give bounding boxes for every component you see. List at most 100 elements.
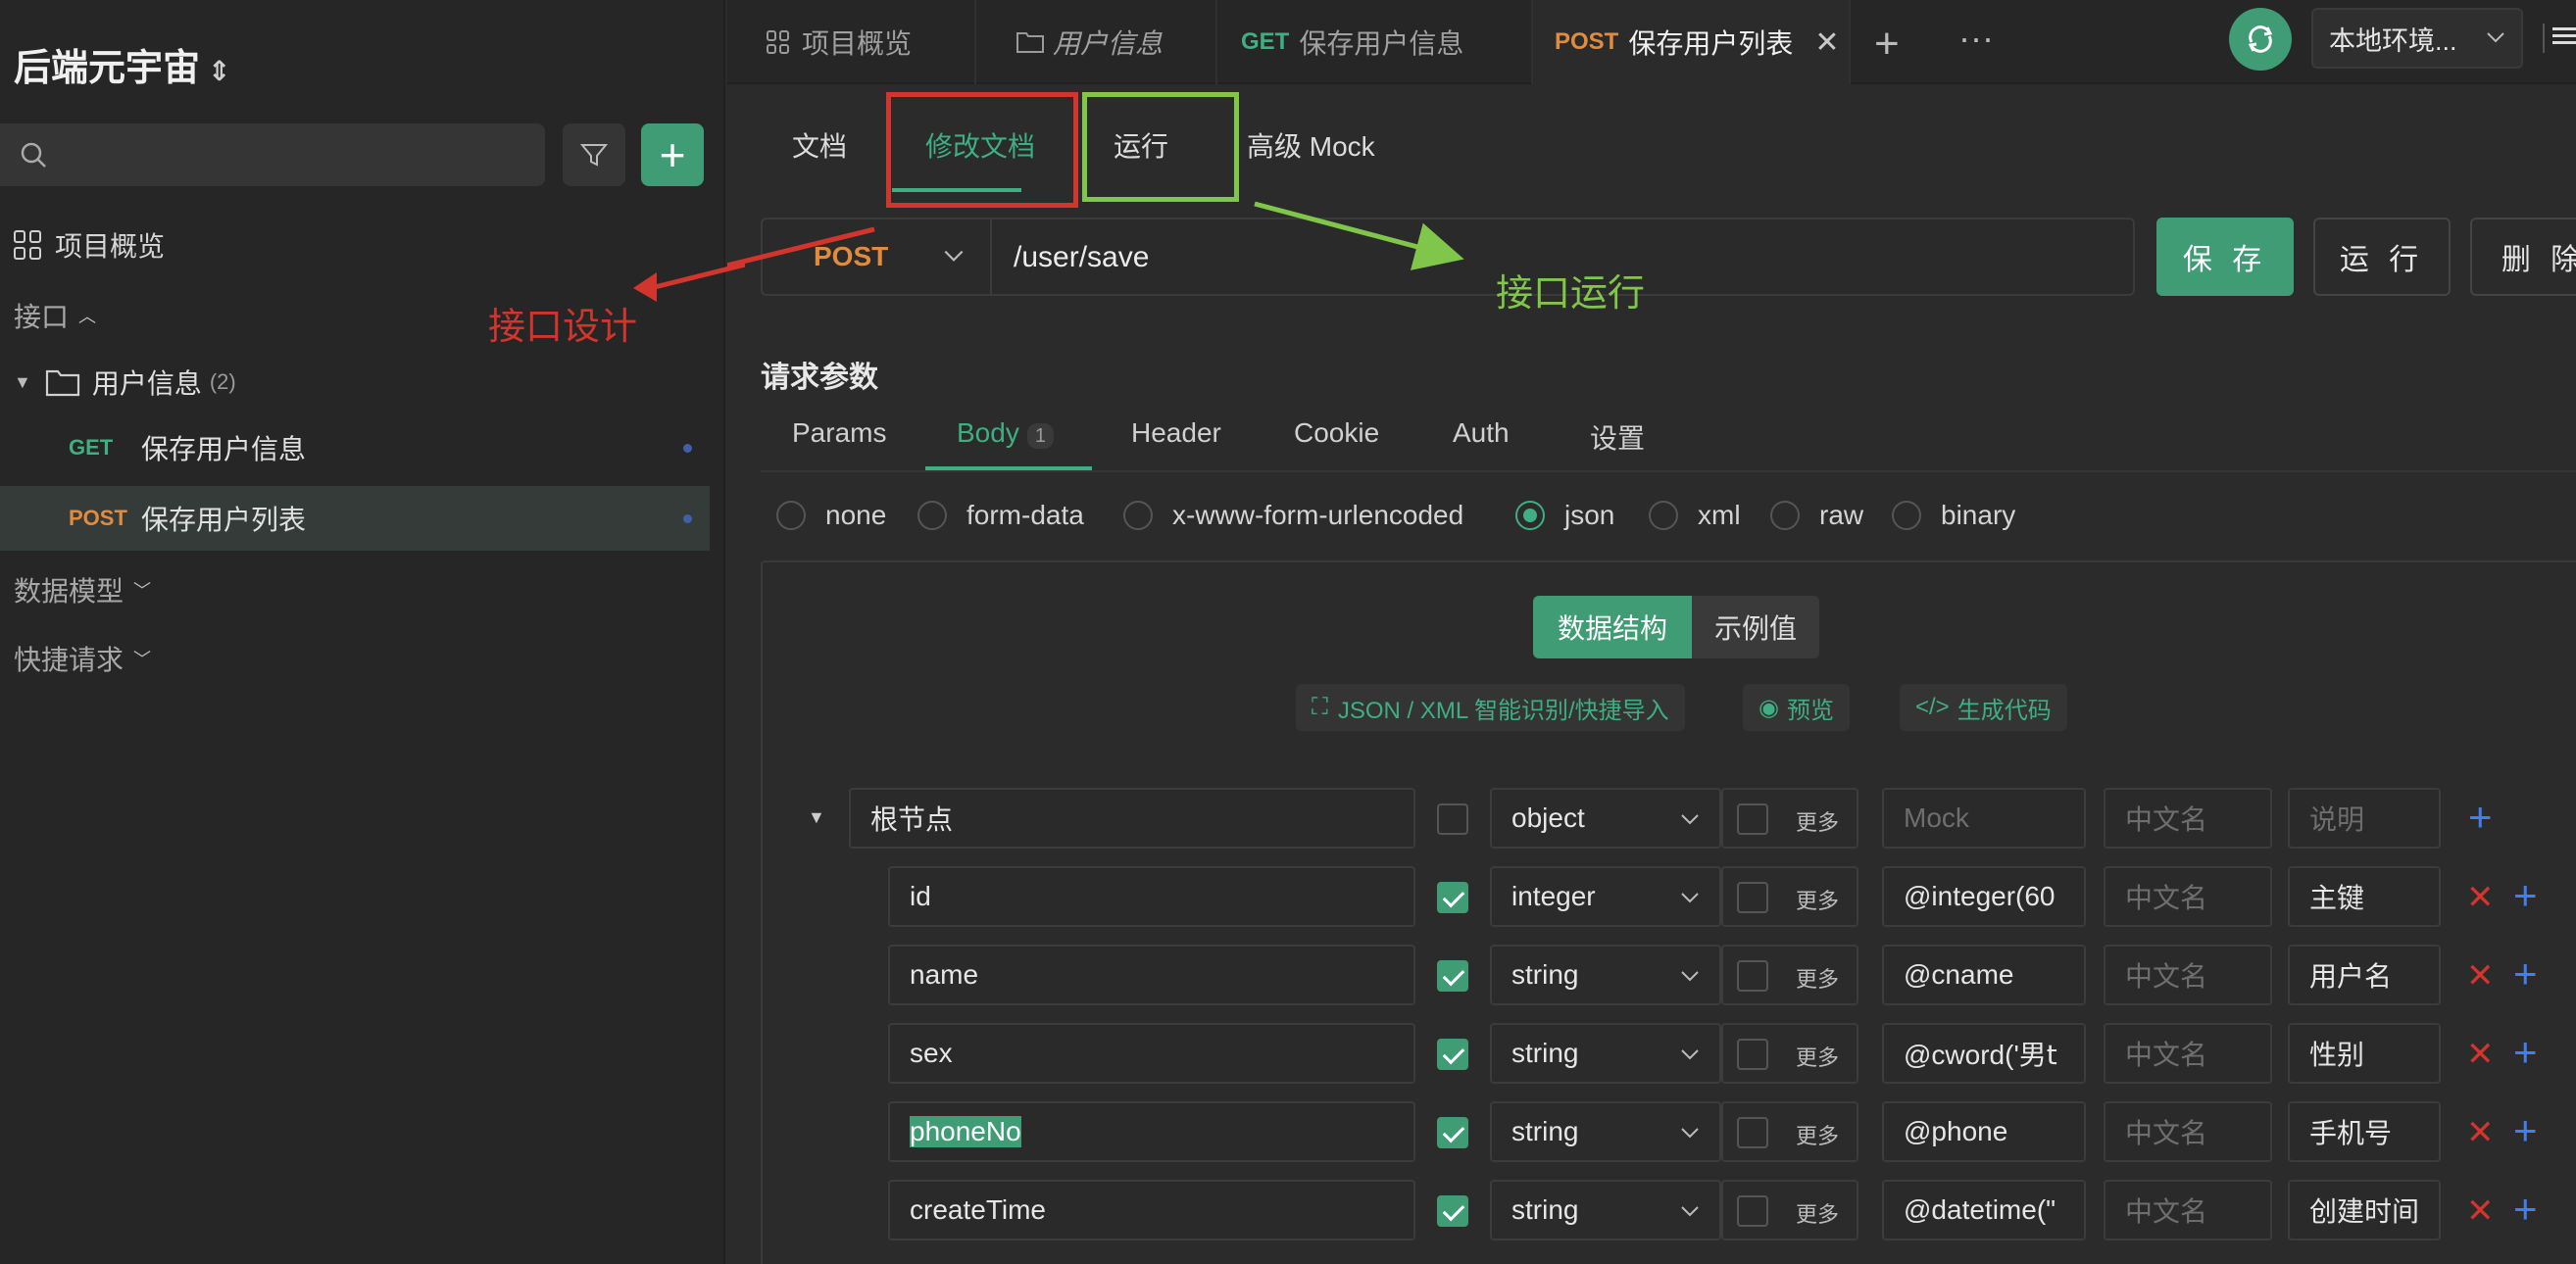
sidebar-folder-userinfo[interactable]: ▼ 用户信息 (2) [14, 363, 236, 402]
type-select[interactable]: string [1490, 1101, 1721, 1162]
tab-post-save-user-list[interactable]: POST 保存用户列表 ✕ [1533, 0, 1851, 84]
more-options[interactable]: 更多 [1721, 1180, 1858, 1240]
tab-auth[interactable]: Auth [1453, 417, 1510, 449]
description-input[interactable]: 用户名 [2288, 945, 2441, 1005]
tab-params[interactable]: Params [792, 417, 886, 449]
sidebar-group-apis[interactable]: 接口 ︿ [14, 296, 96, 335]
environment-select[interactable]: 本地环境... [2311, 8, 2523, 69]
sidebar-api-get-save-user[interactable]: GET 保存用户信息 [0, 415, 710, 480]
field-name-input[interactable]: createTime [888, 1180, 1415, 1240]
sidebar-api-post-save-user-list[interactable]: POST 保存用户列表 [0, 486, 710, 551]
add-sibling-icon[interactable]: + [2513, 872, 2538, 919]
required-checkbox[interactable] [1437, 1039, 1468, 1070]
description-input[interactable]: 说明 [2288, 788, 2441, 849]
sync-button[interactable] [2229, 8, 2292, 71]
delete-icon[interactable]: ✕ [2466, 956, 2495, 996]
nullable-checkbox[interactable] [1737, 960, 1768, 992]
type-select[interactable]: string [1490, 1180, 1721, 1240]
radio-none[interactable]: none [776, 500, 886, 531]
menu-icon[interactable] [2543, 24, 2576, 53]
more-options[interactable]: 更多 [1721, 788, 1858, 849]
mock-input[interactable]: Mock [1882, 788, 2086, 849]
type-select[interactable]: string [1490, 1023, 1721, 1084]
new-tab-button[interactable]: + [1874, 20, 1900, 69]
delete-icon[interactable]: ✕ [2466, 1191, 2495, 1231]
tab-body[interactable]: Body 1 [957, 417, 1054, 449]
nullable-checkbox[interactable] [1737, 1195, 1768, 1227]
chinese-name-input[interactable]: 中文名 [2104, 1180, 2272, 1240]
chinese-name-input[interactable]: 中文名 [2104, 788, 2272, 849]
nullable-checkbox[interactable] [1737, 882, 1768, 913]
delete-icon[interactable]: ✕ [2466, 1113, 2495, 1152]
segment-data-structure[interactable]: 数据结构 [1533, 596, 1692, 658]
add-sibling-icon[interactable]: + [2513, 1029, 2538, 1076]
project-switcher[interactable]: 后端元宇宙 ⇕ [14, 37, 230, 91]
tab-user-info-folder[interactable]: 用户信息 [976, 0, 1217, 84]
nullable-checkbox[interactable] [1737, 1039, 1768, 1070]
more-options[interactable]: 更多 [1721, 866, 1858, 927]
filter-button[interactable] [563, 123, 625, 186]
add-sibling-icon[interactable]: + [2513, 950, 2538, 997]
description-input[interactable]: 主键 [2288, 866, 2441, 927]
radio-binary[interactable]: binary [1892, 500, 2015, 531]
type-select[interactable]: string [1490, 945, 1721, 1005]
mock-input[interactable]: @integer(60 [1882, 866, 2086, 927]
sidebar-group-quick-requests[interactable]: 快捷请求 ﹀ [14, 639, 151, 678]
add-child-icon[interactable]: + [2468, 794, 2493, 841]
required-checkbox[interactable] [1437, 960, 1468, 992]
more-options[interactable]: 更多 [1721, 1023, 1858, 1084]
radio-json[interactable]: json [1515, 500, 1614, 531]
json-xml-import-button[interactable]: ⛶ JSON / XML 智能识别/快捷导入 [1296, 684, 1685, 731]
search-input[interactable] [0, 123, 545, 186]
generate-code-button[interactable]: </> 生成代码 [1900, 684, 2067, 731]
chinese-name-input[interactable]: 中文名 [2104, 866, 2272, 927]
tab-get-save-user[interactable]: GET 保存用户信息 [1217, 0, 1533, 84]
required-checkbox[interactable] [1437, 1195, 1468, 1227]
tab-project-overview[interactable]: 项目概览 [727, 0, 976, 84]
tab-settings[interactable]: 设置 [1590, 417, 1645, 457]
segment-example-value[interactable]: 示例值 [1692, 596, 1819, 658]
required-checkbox[interactable] [1437, 803, 1468, 835]
radio-xml[interactable]: xml [1649, 500, 1741, 531]
field-name-input[interactable]: name [888, 945, 1415, 1005]
description-input[interactable]: 手机号 [2288, 1101, 2441, 1162]
mock-input[interactable]: @datetime(" [1882, 1180, 2086, 1240]
chinese-name-input[interactable]: 中文名 [2104, 1101, 2272, 1162]
field-name-input[interactable]: id [888, 866, 1415, 927]
mock-input[interactable]: @cname [1882, 945, 2086, 1005]
radio-raw[interactable]: raw [1770, 500, 1863, 531]
chinese-name-input[interactable]: 中文名 [2104, 1023, 2272, 1084]
nullable-checkbox[interactable] [1737, 803, 1768, 835]
type-select[interactable]: integer [1490, 866, 1721, 927]
description-input[interactable]: 创建时间 [2288, 1180, 2441, 1240]
type-select[interactable]: object [1490, 788, 1721, 849]
field-name-input[interactable]: 根节点 [849, 788, 1415, 849]
tab-label: Body [957, 417, 1019, 448]
sidebar-group-data-models[interactable]: 数据模型 ﹀ [14, 570, 151, 609]
required-checkbox[interactable] [1437, 882, 1468, 913]
delete-icon[interactable]: ✕ [2466, 1035, 2495, 1074]
tab-header[interactable]: Header [1131, 417, 1221, 449]
preview-button[interactable]: ◉ 预览 [1743, 684, 1850, 731]
radio-urlencoded[interactable]: x-www-form-urlencoded [1123, 500, 1463, 531]
mock-input[interactable]: @phone [1882, 1101, 2086, 1162]
more-tabs-button[interactable]: ··· [1958, 18, 1994, 59]
close-icon[interactable]: ✕ [1814, 25, 1839, 60]
chinese-name-input[interactable]: 中文名 [2104, 945, 2272, 1005]
delete-icon[interactable]: ✕ [2466, 878, 2495, 917]
required-checkbox[interactable] [1437, 1117, 1468, 1148]
sidebar-item-overview[interactable]: 项目概览 [14, 225, 165, 265]
add-sibling-icon[interactable]: + [2513, 1107, 2538, 1154]
add-sibling-icon[interactable]: + [2513, 1186, 2538, 1233]
description-input[interactable]: 性别 [2288, 1023, 2441, 1084]
tab-cookie[interactable]: Cookie [1294, 417, 1379, 449]
caret-down-icon[interactable]: ▼ [808, 807, 825, 828]
more-options[interactable]: 更多 [1721, 945, 1858, 1005]
field-name-input[interactable]: phoneNo [888, 1101, 1415, 1162]
more-options[interactable]: 更多 [1721, 1101, 1858, 1162]
nullable-checkbox[interactable] [1737, 1117, 1768, 1148]
radio-form-data[interactable]: form-data [917, 500, 1084, 531]
add-api-button[interactable]: + [641, 123, 704, 186]
field-name-input[interactable]: sex [888, 1023, 1415, 1084]
mock-input[interactable]: @cword('男𝗍 [1882, 1023, 2086, 1084]
